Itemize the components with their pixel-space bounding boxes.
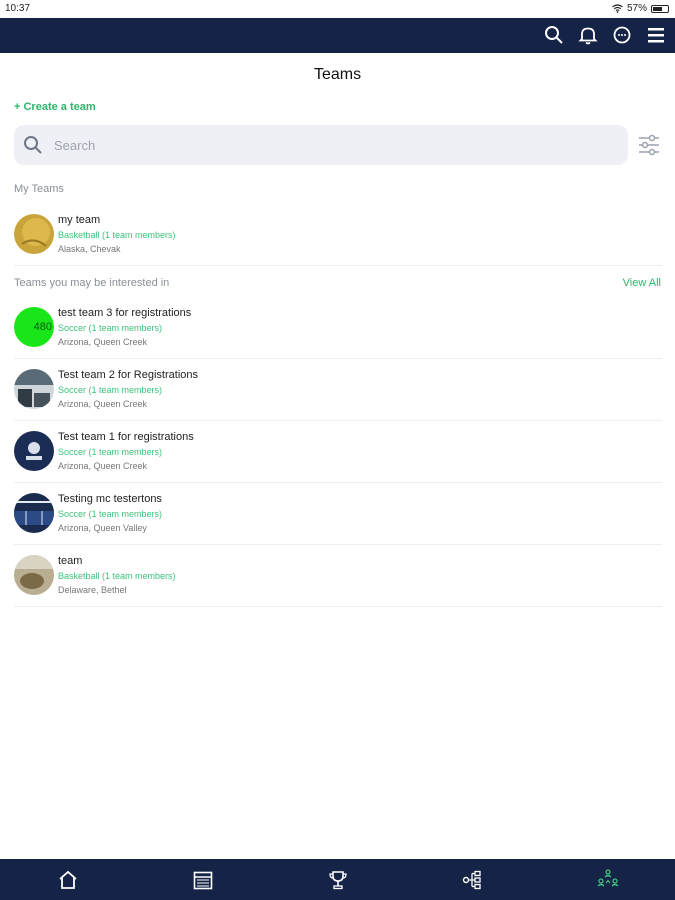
team-avatar (14, 493, 54, 533)
team-avatar (14, 555, 54, 595)
view-all-link[interactable]: View All (623, 277, 661, 289)
search-bar[interactable] (14, 125, 628, 165)
team-location: Arizona, Queen Creek (58, 337, 148, 347)
team-avatar (14, 431, 54, 471)
team-name: Testing mc testertons (58, 493, 162, 505)
team-avatar (14, 369, 54, 409)
team-row[interactable]: team Basketball (1 team members) Delawar… (14, 547, 662, 607)
team-location: Arizona, Queen Valley (58, 523, 147, 533)
team-name: test team 3 for registrations (58, 307, 192, 319)
status-time: 10:37 (5, 3, 31, 14)
team-sport: Soccer (1 team members) (58, 323, 163, 333)
my-team-row[interactable]: my team Basketball (1 team members) Alas… (14, 206, 662, 266)
team-sport: Soccer (1 team members) (58, 509, 163, 519)
team-row[interactable]: 480 test team 3 for registrations Soccer… (14, 299, 662, 359)
team-avatar (14, 214, 54, 254)
home-icon[interactable] (53, 866, 83, 894)
page-title: Teams (313, 66, 362, 83)
team-sport: Basketball (1 team members) (58, 571, 176, 581)
create-team-link[interactable]: + Create a team (14, 101, 96, 113)
bottom-nav (0, 859, 675, 900)
team-sport: Basketball (1 team members) (58, 230, 176, 240)
team-name: Test team 1 for registrations (58, 431, 194, 443)
team-row[interactable]: Test team 1 for registrations Soccer (1 … (14, 423, 662, 483)
team-location: Arizona, Queen Creek (58, 461, 148, 471)
team-avatar: 480 (14, 307, 54, 347)
team-sport: Soccer (1 team members) (58, 447, 163, 457)
team-name: my team (58, 214, 101, 226)
team-location: Delaware, Bethel (58, 585, 127, 595)
team-row[interactable]: Testing mc testertons Soccer (1 team mem… (14, 485, 662, 545)
bracket-icon[interactable] (458, 866, 488, 894)
status-indicators: 57% (612, 3, 669, 14)
top-app-bar (0, 18, 675, 53)
trophy-icon[interactable] (323, 866, 353, 894)
team-location: Arizona, Queen Creek (58, 399, 148, 409)
team-name: team (58, 555, 83, 567)
team-location: Alaska, Chevak (58, 244, 121, 254)
status-bar: 10:37 57% (0, 0, 675, 18)
interested-teams-heading: Teams you may be interested in (14, 277, 170, 289)
my-teams-heading: My Teams (14, 183, 64, 195)
menu-icon[interactable] (643, 22, 669, 48)
search-input[interactable] (54, 133, 614, 157)
chat-icon[interactable] (609, 22, 635, 48)
teams-icon[interactable] (593, 866, 623, 894)
wifi-icon (612, 4, 623, 13)
team-sport: Soccer (1 team members) (58, 385, 163, 395)
bell-icon[interactable] (575, 22, 601, 48)
search-icon[interactable] (541, 22, 567, 48)
team-row[interactable]: Test team 2 for Registrations Soccer (1 … (14, 361, 662, 421)
calendar-icon[interactable] (188, 866, 218, 894)
battery-percent: 57% (626, 3, 647, 14)
team-name: Test team 2 for Registrations (58, 369, 199, 381)
team-avatar-text: 480 (33, 321, 52, 333)
battery-icon (651, 4, 669, 13)
filter-icon[interactable] (637, 133, 661, 162)
search-field-icon (23, 135, 43, 160)
